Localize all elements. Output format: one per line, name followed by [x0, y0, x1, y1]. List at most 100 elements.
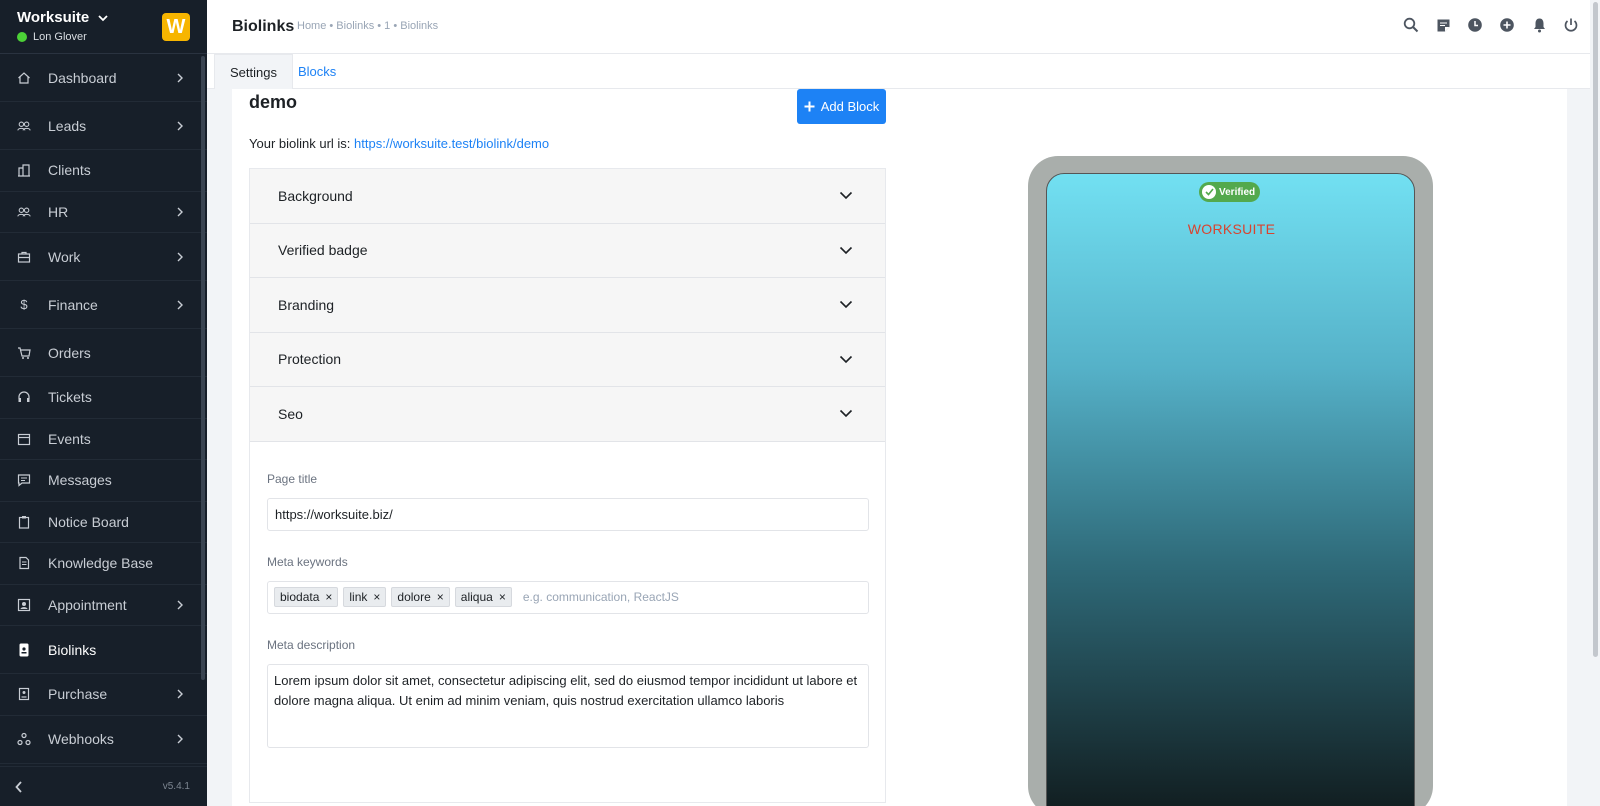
- sidebar-nav: Dashboard Leads Clients HR Work $ Financ…: [0, 54, 207, 764]
- sidebar-item-label: Notice Board: [48, 513, 129, 530]
- sidebar-item-knowledge-base[interactable]: Knowledge Base: [0, 543, 207, 585]
- page-title-input[interactable]: [267, 497, 869, 531]
- biolink-url-line: Your biolink url is: https://worksuite.t…: [249, 136, 549, 151]
- app-version: v5.4.1: [162, 781, 190, 792]
- check-icon: [1202, 185, 1216, 199]
- sidebar-item-messages[interactable]: Messages: [0, 460, 207, 502]
- meta-description-label: Meta description: [267, 637, 356, 652]
- users-icon: [17, 119, 31, 133]
- accordion-label: Background: [278, 187, 353, 204]
- sidebar-item-events[interactable]: Events: [0, 419, 207, 460]
- search-icon[interactable]: [1402, 16, 1420, 34]
- accordion-label: Seo: [278, 405, 303, 422]
- sidebar-item-tickets[interactable]: Tickets: [0, 377, 207, 419]
- sidebar-item-label: Tickets: [48, 389, 92, 406]
- chevron-down-icon: [839, 192, 853, 200]
- sidebar-item-finance[interactable]: $ Finance: [0, 281, 207, 329]
- sidebar-item-dashboard[interactable]: Dashboard: [0, 54, 207, 102]
- sidebar-item-label: Appointment: [48, 596, 127, 613]
- accordion-background[interactable]: Background: [250, 169, 885, 224]
- collapse-sidebar-icon[interactable]: [14, 780, 24, 794]
- online-status-dot: [17, 32, 27, 42]
- sidebar-item-label: Messages: [48, 472, 112, 489]
- bell-icon[interactable]: [1530, 16, 1548, 34]
- sidebar-item-notice-board[interactable]: Notice Board: [0, 502, 207, 543]
- keyword-tag: biodata ×: [274, 587, 339, 607]
- biolink-url-link[interactable]: https://worksuite.test/biolink/demo: [354, 136, 549, 151]
- add-block-button[interactable]: Add Block: [797, 89, 886, 124]
- app-logo[interactable]: W: [162, 13, 190, 41]
- keyword-tag: link ×: [343, 587, 387, 607]
- accordion-label: Verified badge: [278, 242, 368, 259]
- topbar-actions: [1402, 16, 1580, 34]
- sidebar-scrollbar[interactable]: [201, 56, 205, 680]
- sidebar-item-appointment[interactable]: Appointment: [0, 585, 207, 626]
- settings-accordion: Background Verified badge Branding Prote…: [249, 168, 886, 803]
- page-scrollbar[interactable]: [1590, 0, 1600, 806]
- sidebar-item-purchase[interactable]: Purchase: [0, 674, 207, 716]
- remove-tag-icon[interactable]: ×: [437, 590, 444, 604]
- page-scrollbar-thumb[interactable]: [1593, 2, 1598, 657]
- sidebar-item-leads[interactable]: Leads: [0, 102, 207, 150]
- sidebar-item-clients[interactable]: Clients: [0, 150, 207, 192]
- chevron-right-icon: [177, 73, 183, 82]
- tab-settings[interactable]: Settings: [214, 54, 293, 89]
- keyword-text: link: [349, 590, 368, 604]
- accordion-protection[interactable]: Protection: [250, 332, 885, 387]
- meta-keywords-label: Meta keywords: [267, 554, 348, 569]
- chat-icon: [17, 473, 31, 488]
- sidebar-item-label: Leads: [48, 117, 87, 134]
- sidebar-footer: v5.4.1: [0, 766, 207, 806]
- topbar: Biolinks Home • Biolinks • 1 • Biolinks: [207, 0, 1600, 54]
- meta-keywords-input[interactable]: biodata × link × dolore × aliqua × e.g. comm…: [267, 580, 869, 614]
- cart-icon: [17, 346, 31, 360]
- sidebar-header: Worksuite Lon Glover W: [0, 0, 207, 54]
- sidebar-item-label: Dashboard: [48, 69, 117, 86]
- keyword-text: biodata: [280, 590, 320, 604]
- chevron-down-icon: [839, 355, 853, 363]
- accordion-branding[interactable]: Branding: [250, 278, 885, 333]
- sidebar-item-biolinks[interactable]: Biolinks: [0, 626, 207, 674]
- plus-circle-icon[interactable]: [1498, 16, 1516, 34]
- document-icon: [17, 556, 31, 570]
- sidebar-item-label: Purchase: [48, 686, 108, 703]
- home-icon: [17, 71, 31, 85]
- user-name: Lon Glover: [33, 31, 87, 43]
- accordion-label: Protection: [278, 351, 342, 368]
- sidebar-item-label: Clients: [48, 162, 91, 179]
- sidebar-item-orders[interactable]: Orders: [0, 329, 207, 377]
- sidebar-item-hr[interactable]: HR: [0, 192, 207, 233]
- remove-tag-icon[interactable]: ×: [325, 590, 332, 604]
- sidebar-item-label: Webhooks: [48, 731, 114, 747]
- sidebar-item-label: Events: [48, 430, 91, 447]
- headset-icon: [17, 390, 31, 404]
- chevron-down-icon: [839, 301, 853, 309]
- sticky-note-icon[interactable]: [1434, 16, 1452, 34]
- verified-badge: Verified: [1199, 182, 1260, 202]
- keyword-text: aliqua: [460, 590, 493, 604]
- accordion-seo[interactable]: Seo: [250, 387, 885, 442]
- chevron-right-icon: [177, 300, 183, 309]
- tab-blocks[interactable]: Blocks: [284, 54, 350, 89]
- power-icon[interactable]: [1562, 16, 1580, 34]
- building-icon: [17, 163, 31, 177]
- sidebar-item-webhooks[interactable]: Webhooks: [0, 716, 207, 764]
- sidebar-item-label: Biolinks: [48, 641, 97, 658]
- remove-tag-icon[interactable]: ×: [373, 590, 380, 604]
- contact-icon: [17, 598, 31, 612]
- keywords-placeholder[interactable]: e.g. communication, ReactJS: [523, 590, 679, 604]
- accordion-verified-badge[interactable]: Verified badge: [250, 223, 885, 278]
- webhook-icon: [17, 732, 31, 746]
- page-title: Biolinks: [232, 18, 295, 35]
- biolink-preview-phone: Verified WORKSUITE: [1028, 156, 1433, 806]
- accordion-label: Branding: [278, 296, 335, 313]
- meta-description-textarea[interactable]: [267, 663, 869, 748]
- remove-tag-icon[interactable]: ×: [499, 590, 506, 604]
- sidebar-item-work[interactable]: Work: [0, 233, 207, 281]
- url-prefix: Your biolink url is:: [249, 136, 351, 151]
- brand-name: Worksuite: [17, 9, 90, 26]
- clock-icon[interactable]: [1466, 16, 1484, 34]
- briefcase-icon: [17, 250, 31, 264]
- biolink-settings-card: demo Add Block Your biolink url is: http…: [232, 89, 1567, 806]
- chevron-down-icon: [98, 14, 108, 21]
